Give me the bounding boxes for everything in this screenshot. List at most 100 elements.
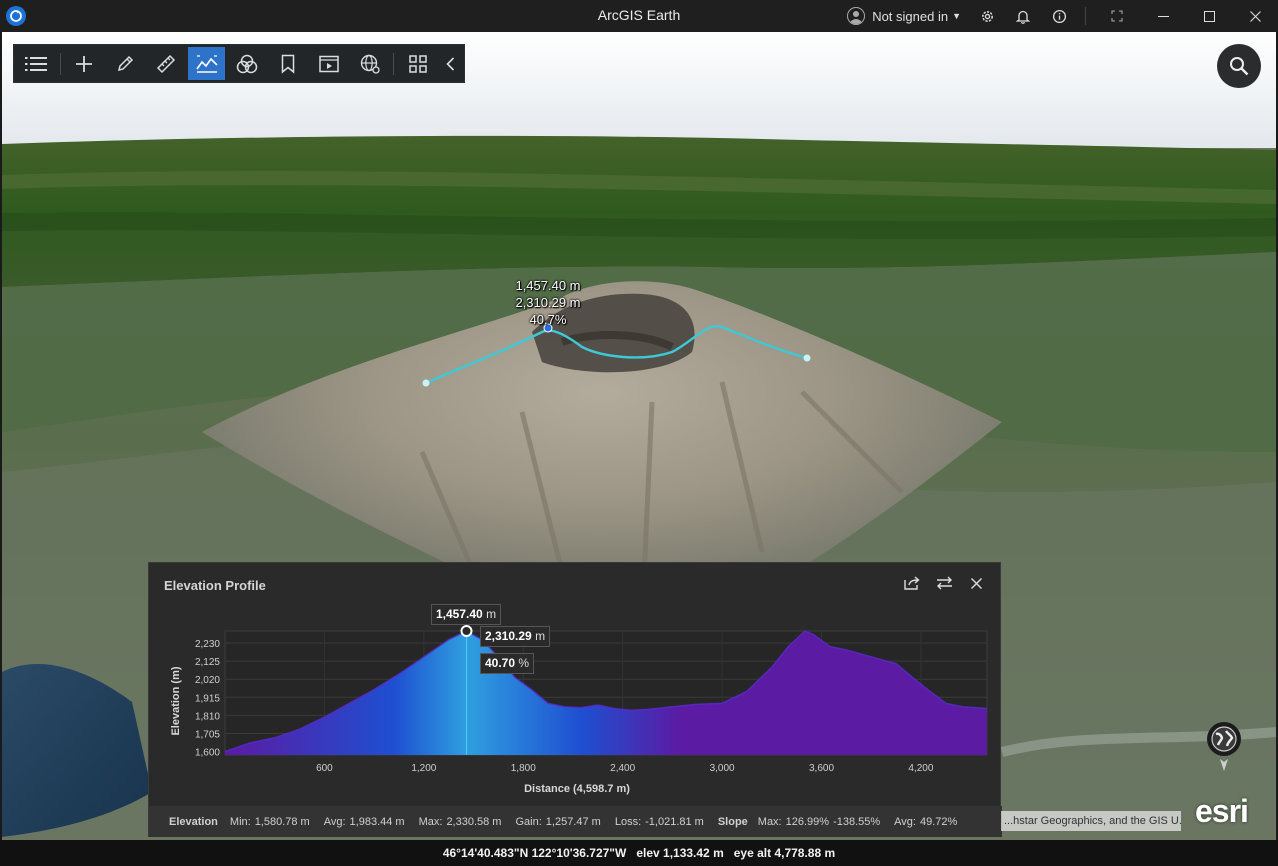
stats-loss-value: -1,021.81 m <box>645 815 704 828</box>
y-tick-label: 2,020 <box>195 675 220 686</box>
cursor-marker <box>460 625 473 637</box>
toolbar-divider <box>59 52 61 75</box>
globe-icon <box>1211 726 1237 752</box>
x-tick-label: 2,400 <box>610 763 635 774</box>
y-tick-label: 1,705 <box>195 729 220 740</box>
stats-slope-avg-label: Avg: <box>894 815 916 828</box>
map-elevation-label: 1,457.40 m <box>515 278 581 293</box>
esri-logo: esri <box>1195 793 1249 829</box>
list-icon <box>25 56 48 71</box>
stats-slope-max-value: 126.99% <box>785 815 830 828</box>
arcgis-earth-app: ArcGIS Earth Not signed in ▼ 1,457.40 m … <box>0 0 1278 866</box>
add-data-button[interactable] <box>66 47 103 80</box>
export-button[interactable] <box>896 572 928 594</box>
fullscreen-icon <box>1111 10 1123 22</box>
attribution-text[interactable]: ...hstar Geographics, and the GIS U... <box>1001 811 1181 831</box>
close-icon <box>1249 10 1261 22</box>
x-tick-label: 1,200 <box>411 763 436 774</box>
measure-button[interactable] <box>147 47 184 80</box>
analysis-button[interactable] <box>229 47 266 80</box>
toolbar-divider <box>393 52 395 75</box>
close-panel-button[interactable] <box>960 572 992 594</box>
status-elevation: elev 1,133.42 m <box>636 846 724 860</box>
elevation-stats-bar: Elevation Min: 1,580.78 m Avg: 1,983.44 … <box>149 806 1002 837</box>
tour-icon <box>319 55 339 72</box>
stats-min-value: 1,580.78 m <box>254 815 310 828</box>
network-button[interactable] <box>352 47 389 80</box>
profile-start-point <box>422 379 430 387</box>
cursor-elevation-value: 2,310.29 <box>485 629 532 643</box>
x-tick-label: 3,000 <box>710 763 735 774</box>
search-button[interactable] <box>1217 44 1261 88</box>
navigation-globe-button[interactable] <box>1207 722 1241 756</box>
gear-icon <box>981 10 993 22</box>
minimize-button[interactable] <box>1140 0 1186 32</box>
stats-elevation-label: Elevation <box>169 815 218 828</box>
elevation-profile-panel: Elevation Profile 1,600 1,705 1,810 1,915 2,… <box>148 562 1002 837</box>
elevation-chart[interactable]: 1,600 1,705 1,810 1,915 2,020 2,125 2,230 600 1,… <box>149 599 1002 807</box>
info-button[interactable] <box>1041 0 1077 32</box>
cursor-elevation-readout: 2,310.29 m <box>480 626 551 647</box>
y-tick-label: 2,125 <box>195 657 220 668</box>
y-axis-label: Elevation (m) <box>170 666 182 735</box>
swap-icon <box>936 576 952 590</box>
profile-end-point <box>803 354 811 362</box>
settings-button[interactable] <box>969 0 1005 32</box>
stats-avg-value: 1,983.44 m <box>349 815 405 828</box>
signin-button[interactable]: Not signed in ▼ <box>839 0 969 32</box>
status-bar: 46°14'40.483"N 122°10'36.727"W elev 1,13… <box>0 840 1278 866</box>
draw-button[interactable] <box>107 47 144 80</box>
y-tick-label: 1,810 <box>195 711 220 722</box>
stats-min-label: Min: <box>229 815 251 828</box>
share-icon <box>904 576 920 590</box>
collapse-toolbar-button[interactable] <box>440 47 460 80</box>
analysis-icon <box>237 54 258 73</box>
y-tick-label: 1,600 <box>195 748 220 759</box>
y-tick-label: 1,915 <box>195 693 220 704</box>
search-icon <box>1230 57 1249 76</box>
x-tick-label: 4,200 <box>908 763 933 774</box>
maximize-icon <box>1203 10 1215 22</box>
bookmark-icon <box>282 54 295 74</box>
swap-direction-button[interactable] <box>928 572 960 594</box>
main-toolbar <box>13 44 465 83</box>
signin-label: Not signed in <box>872 8 949 24</box>
stats-slope-label: Slope <box>717 815 748 828</box>
cursor-distance-readout: 1,457.40 m <box>431 604 502 625</box>
panel-title: Elevation Profile <box>164 578 266 593</box>
cursor-slope-value: 40.70 <box>485 656 516 670</box>
close-icon <box>970 577 982 589</box>
cursor-distance-value: 1,457.40 <box>436 607 483 621</box>
stats-slope-max-label: Max: <box>757 815 782 828</box>
title-bar: ArcGIS Earth Not signed in ▼ <box>0 0 1278 32</box>
measure-icon <box>156 54 175 73</box>
cursor-slope-readout: 40.70 % <box>480 653 535 674</box>
stats-gain-label: Gain: <box>515 815 542 828</box>
x-tick-label: 1,800 <box>511 763 536 774</box>
cursor-slope-unit: % <box>518 656 530 670</box>
notifications-button[interactable] <box>1005 0 1041 32</box>
maximize-button[interactable] <box>1186 0 1232 32</box>
status-eye-altitude: eye alt 4,778.88 m <box>733 846 836 860</box>
bookmarks-button[interactable] <box>270 47 307 80</box>
titlebar-divider <box>1085 7 1086 25</box>
tour-button[interactable] <box>311 47 348 80</box>
chevron-left-icon <box>445 56 454 71</box>
close-button[interactable] <box>1232 0 1278 32</box>
stats-slope-avg-value: 49.72% <box>919 815 958 828</box>
stats-avg-label: Avg: <box>323 815 346 828</box>
stats-max-label: Max: <box>418 815 443 828</box>
info-icon <box>1052 9 1066 23</box>
elevation-profile-button[interactable] <box>188 47 226 80</box>
app-logo-icon <box>6 6 26 26</box>
globe-network-icon <box>360 54 380 74</box>
y-tick-label: 2,230 <box>195 639 220 650</box>
x-tick-label: 3,600 <box>809 763 834 774</box>
contents-button[interactable] <box>18 47 55 80</box>
elevation-chart-svg: 1,600 1,705 1,810 1,915 2,020 2,125 2,230 600 1,… <box>170 625 988 795</box>
chevron-down-icon: ▼ <box>952 11 961 21</box>
avatar-icon <box>847 7 866 25</box>
grid-icon <box>408 54 427 73</box>
fullscreen-button[interactable] <box>1094 0 1140 32</box>
apps-button[interactable] <box>399 47 436 80</box>
